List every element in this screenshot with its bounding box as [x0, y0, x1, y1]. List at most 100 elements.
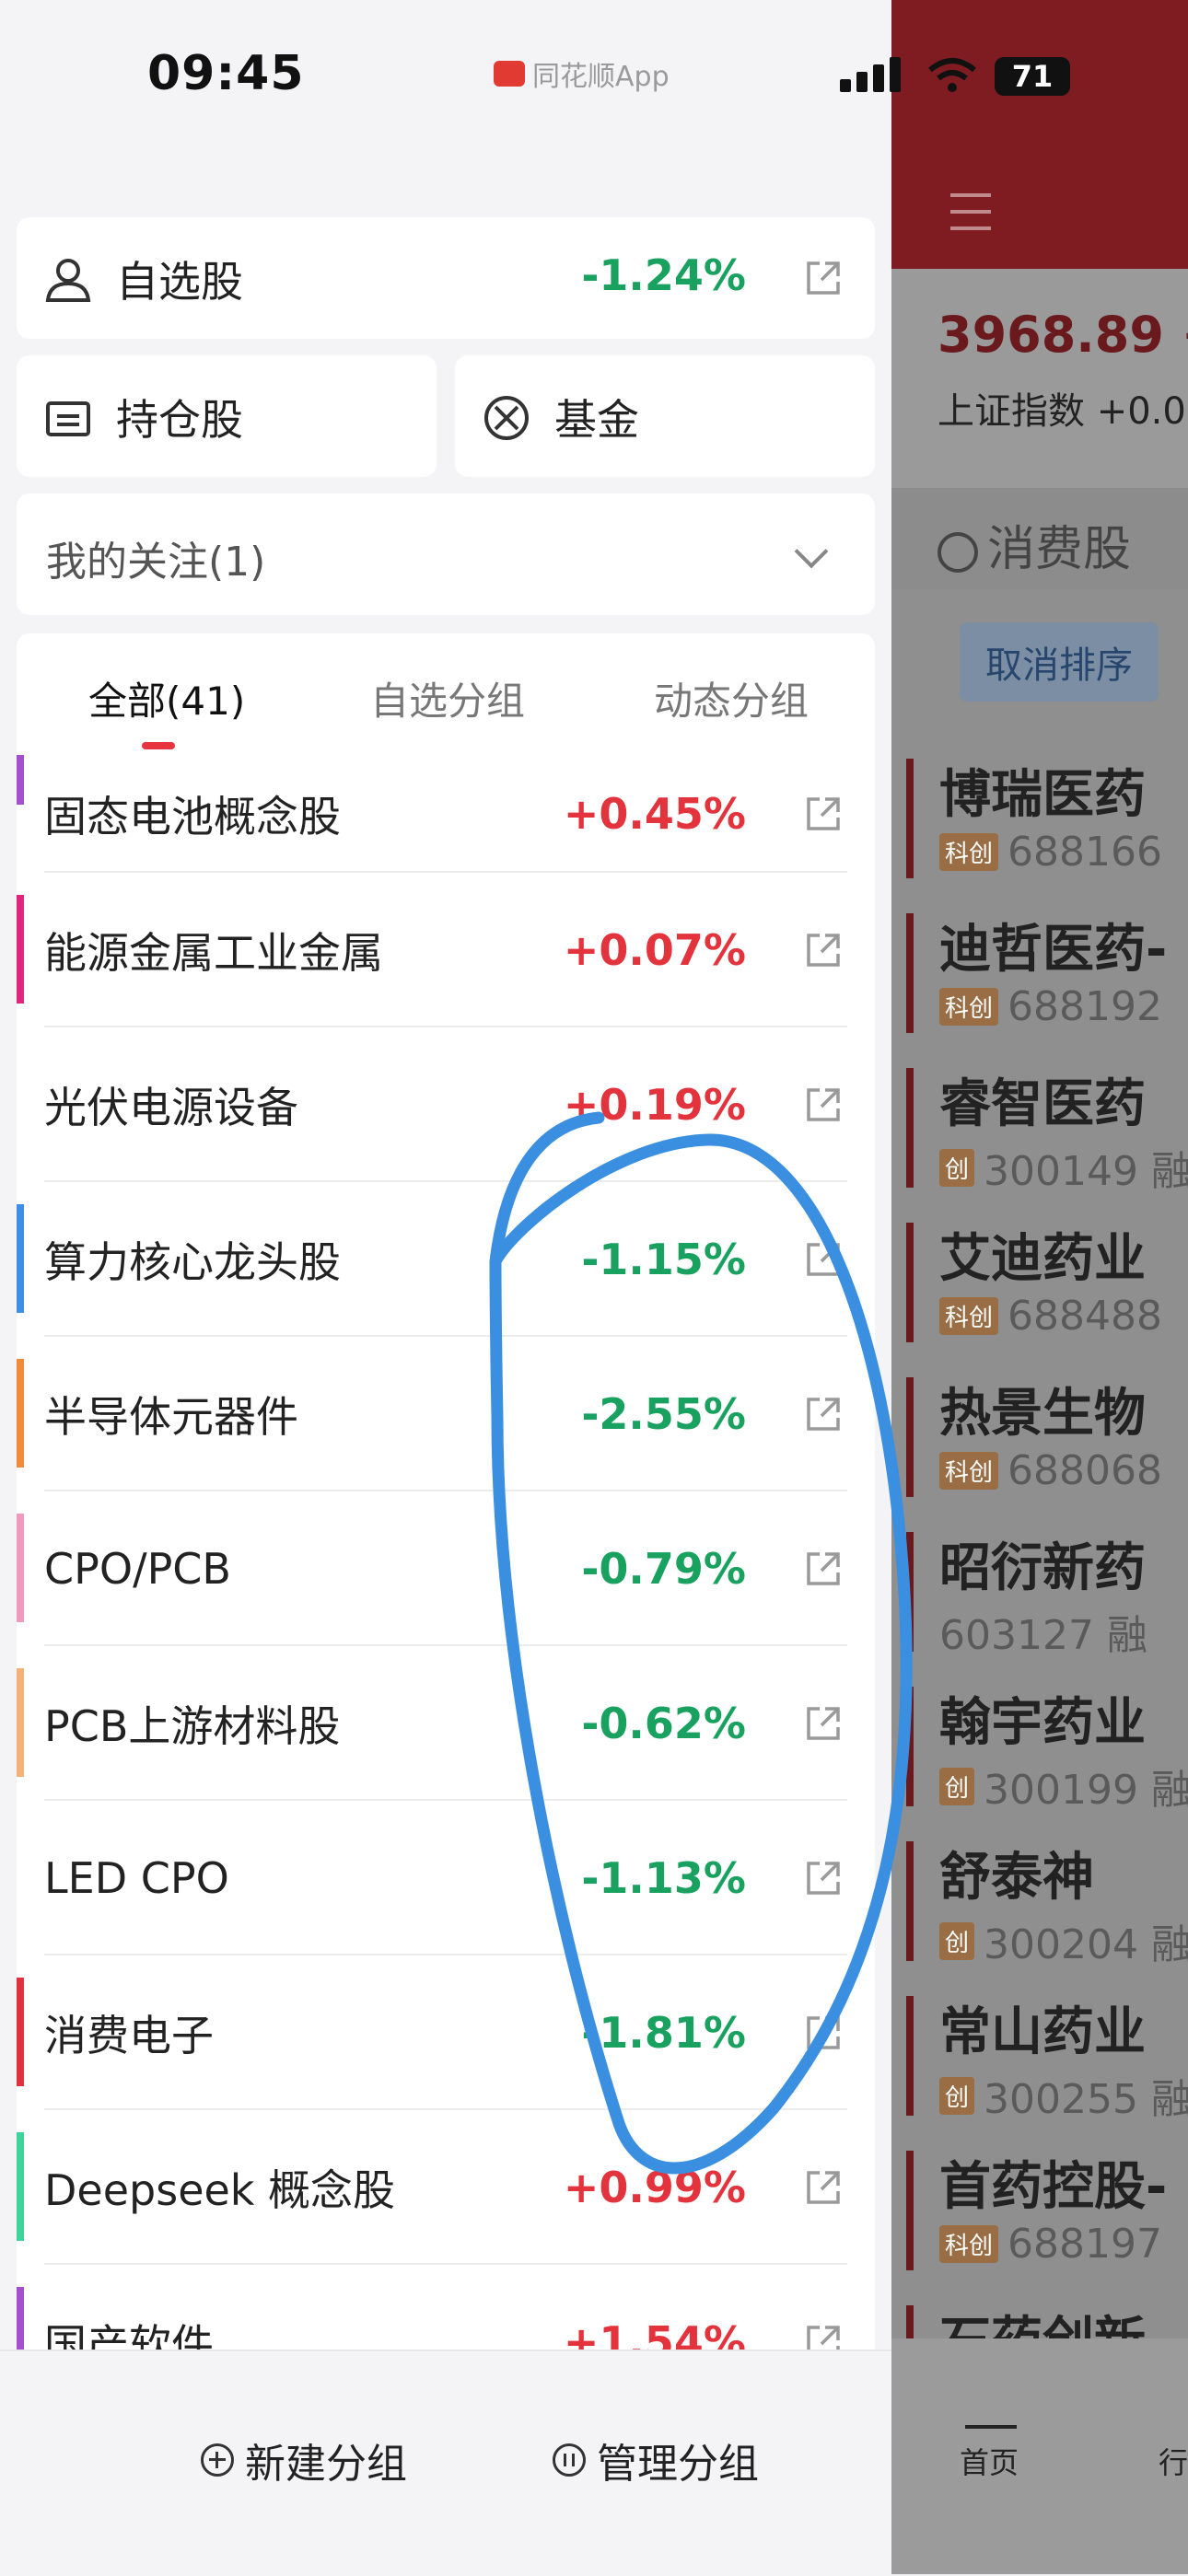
group-color-marker — [17, 895, 24, 1004]
stock-marker — [906, 913, 914, 1033]
background-stock-row[interactable]: 睿智医药创 300149 融 — [906, 1055, 1188, 1212]
background-stock-row[interactable]: 舒泰神创 300204 融 — [906, 1828, 1188, 1985]
cancel-sort-button[interactable]: 取消排序 — [960, 622, 1159, 702]
index-name: 上证指数 +0.0 — [938, 390, 1186, 433]
group-row[interactable]: 算力核心龙头股 -1.15% — [17, 1182, 875, 1337]
chevron-down-icon[interactable] — [794, 534, 829, 569]
stock-code: 688192 — [1007, 983, 1162, 1030]
back-icon[interactable] — [938, 532, 978, 573]
open-external-icon[interactable] — [805, 1241, 842, 1278]
group-color-marker — [17, 1978, 24, 2086]
background-stock-row[interactable]: 常山药业创 300255 融 — [906, 1983, 1188, 2140]
stock-name: 睿智医药 — [939, 1074, 1146, 1134]
stock-name: 迪哲医药- — [939, 920, 1168, 980]
group-change: +0.19% — [563, 1080, 746, 1130]
my-focus-card[interactable]: 我的关注(1) — [17, 493, 875, 615]
group-color-marker — [17, 1359, 24, 1468]
stock-code-line: 创 300204 融 — [939, 1911, 1188, 1970]
tab-market[interactable]: 行 — [1159, 2440, 1188, 2482]
board-tag: 科创 — [939, 2225, 999, 2263]
tab-dynamic-groups[interactable]: 动态分组 — [654, 670, 809, 726]
open-external-icon[interactable] — [805, 260, 842, 296]
group-drawer: 自选股 -1.24% 持仓股 基金 我的关注(1) 全部(41) 自选分组 动态… — [0, 157, 891, 2576]
new-group-button[interactable]: 新建分组 — [201, 2431, 407, 2489]
wifi-icon — [928, 58, 976, 92]
group-change: -2.55% — [581, 1389, 746, 1439]
background-tab-bar: 首页 行 — [891, 2338, 1188, 2574]
stock-code-line: 科创 688068 — [939, 1447, 1162, 1494]
stock-marker — [906, 1532, 914, 1652]
background-app-header — [891, 0, 1188, 269]
open-external-icon[interactable] — [805, 795, 842, 832]
fund-card[interactable]: 基金 — [455, 355, 875, 477]
open-external-icon[interactable] — [805, 1086, 842, 1123]
holdings-card[interactable]: 持仓股 — [17, 355, 437, 477]
board-tag: 科创 — [939, 1297, 999, 1335]
group-color-marker — [17, 1204, 24, 1313]
open-external-icon[interactable] — [805, 2014, 842, 2051]
my-focus-label: 我的关注(1) — [46, 539, 266, 586]
group-row[interactable]: LED CPO -1.13% — [17, 1801, 875, 1955]
background-stock-row[interactable]: 翰宇药业创 300199 融 — [906, 1674, 1188, 1830]
background-stock-row[interactable]: 艾迪药业 科创 688488 — [906, 1210, 1188, 1366]
group-row[interactable]: CPO/PCB -0.79% — [17, 1491, 875, 1646]
stock-code-line: 科创 688192 — [939, 983, 1162, 1030]
board-tag: 创 — [939, 1921, 975, 1960]
group-color-marker — [17, 2132, 24, 2241]
group-row[interactable]: 半导体元器件 -2.55% — [17, 1337, 875, 1491]
battery-icon: 71 — [995, 57, 1070, 96]
open-external-icon[interactable] — [805, 1705, 842, 1742]
group-row[interactable]: 光伏电源设备 +0.19% — [17, 1027, 875, 1182]
group-change: -1.15% — [581, 1235, 746, 1284]
stock-name: 首药控股- — [939, 2157, 1168, 2217]
manage-group-button[interactable]: 管理分组 — [553, 2431, 759, 2489]
open-external-icon[interactable] — [805, 1550, 842, 1587]
tab-all[interactable]: 全部(41) — [88, 670, 245, 726]
bottom-action-bar: 新建分组 管理分组 — [0, 2350, 891, 2576]
stock-name: 舒泰神 — [939, 1848, 1094, 1908]
watchlist-card[interactable]: 自选股 -1.24% — [17, 217, 875, 339]
stock-marker — [906, 1223, 914, 1342]
open-external-icon[interactable] — [805, 1396, 842, 1433]
index-summary[interactable]: 3968.89 +1 上证指数 +0.0 — [891, 269, 1188, 490]
stock-code-line: 创 300255 融 — [939, 2066, 1188, 2125]
open-external-icon[interactable] — [805, 2169, 842, 2206]
stock-code: 300255 融 — [984, 2076, 1188, 2123]
sector-title-text: 消费股 — [987, 522, 1132, 577]
stock-code-line: 科创 688488 — [939, 1293, 1162, 1340]
stock-code-line: 科创 688197 — [939, 2221, 1162, 2268]
stock-code-line: 科创 688166 — [939, 829, 1162, 876]
stock-name: 昭衍新药 — [939, 1538, 1146, 1598]
background-stock-row[interactable]: 迪哲医药- 科创 688192 — [906, 900, 1188, 1057]
menu-icon[interactable] — [950, 193, 996, 243]
group-row[interactable]: 能源金属工业金属 +0.07% — [17, 873, 875, 1027]
background-stock-row[interactable]: 热景生物 科创 688068 — [906, 1364, 1188, 1521]
back-to-app-badge[interactable]: 同花顺App — [494, 53, 670, 94]
tab-custom-groups[interactable]: 自选分组 — [370, 670, 525, 726]
background-stock-row[interactable]: 昭衍新药 603127 融 — [906, 1519, 1188, 1676]
group-row[interactable]: 固态电池概念股 +0.45% — [17, 755, 875, 873]
open-external-icon[interactable] — [805, 1860, 842, 1897]
group-row[interactable]: 消费电子 -1.81% — [17, 1955, 875, 2110]
stock-name: 艾迪药业 — [939, 1229, 1146, 1289]
new-group-label: 新建分组 — [245, 2441, 407, 2488]
board-tag: 创 — [939, 1148, 975, 1187]
signal-icon — [840, 57, 901, 92]
stock-code: 300149 融 — [984, 1148, 1188, 1195]
group-name: 能源金属工业金属 — [44, 928, 383, 978]
status-bar: 09:45 同花顺App — [0, 0, 976, 157]
background-app-panel[interactable]: 3968.89 +1 上证指数 +0.0 消费股 取消排序 博瑞医药科创6881… — [891, 0, 1188, 2574]
holdings-label: 持仓股 — [116, 395, 243, 445]
group-change: -0.79% — [581, 1544, 746, 1594]
group-change: -1.13% — [581, 1853, 746, 1903]
group-row[interactable]: PCB上游材料股 -0.62% — [17, 1646, 875, 1801]
open-external-icon[interactable] — [805, 932, 842, 969]
group-change: -1.81% — [581, 2008, 746, 2058]
tab-home[interactable]: 首页 — [960, 2440, 1019, 2482]
stock-marker — [906, 1841, 914, 1961]
background-stock-row[interactable]: 首药控股- 科创 688197 — [906, 2138, 1188, 2294]
background-stock-row[interactable]: 博瑞医药 科创 688166 — [906, 746, 1188, 902]
stock-code: 603127 融 — [939, 1612, 1147, 1659]
group-row[interactable]: Deepseek 概念股 +0.99% — [17, 2110, 875, 2265]
index-value: 3968.89 +1 — [938, 306, 1188, 364]
